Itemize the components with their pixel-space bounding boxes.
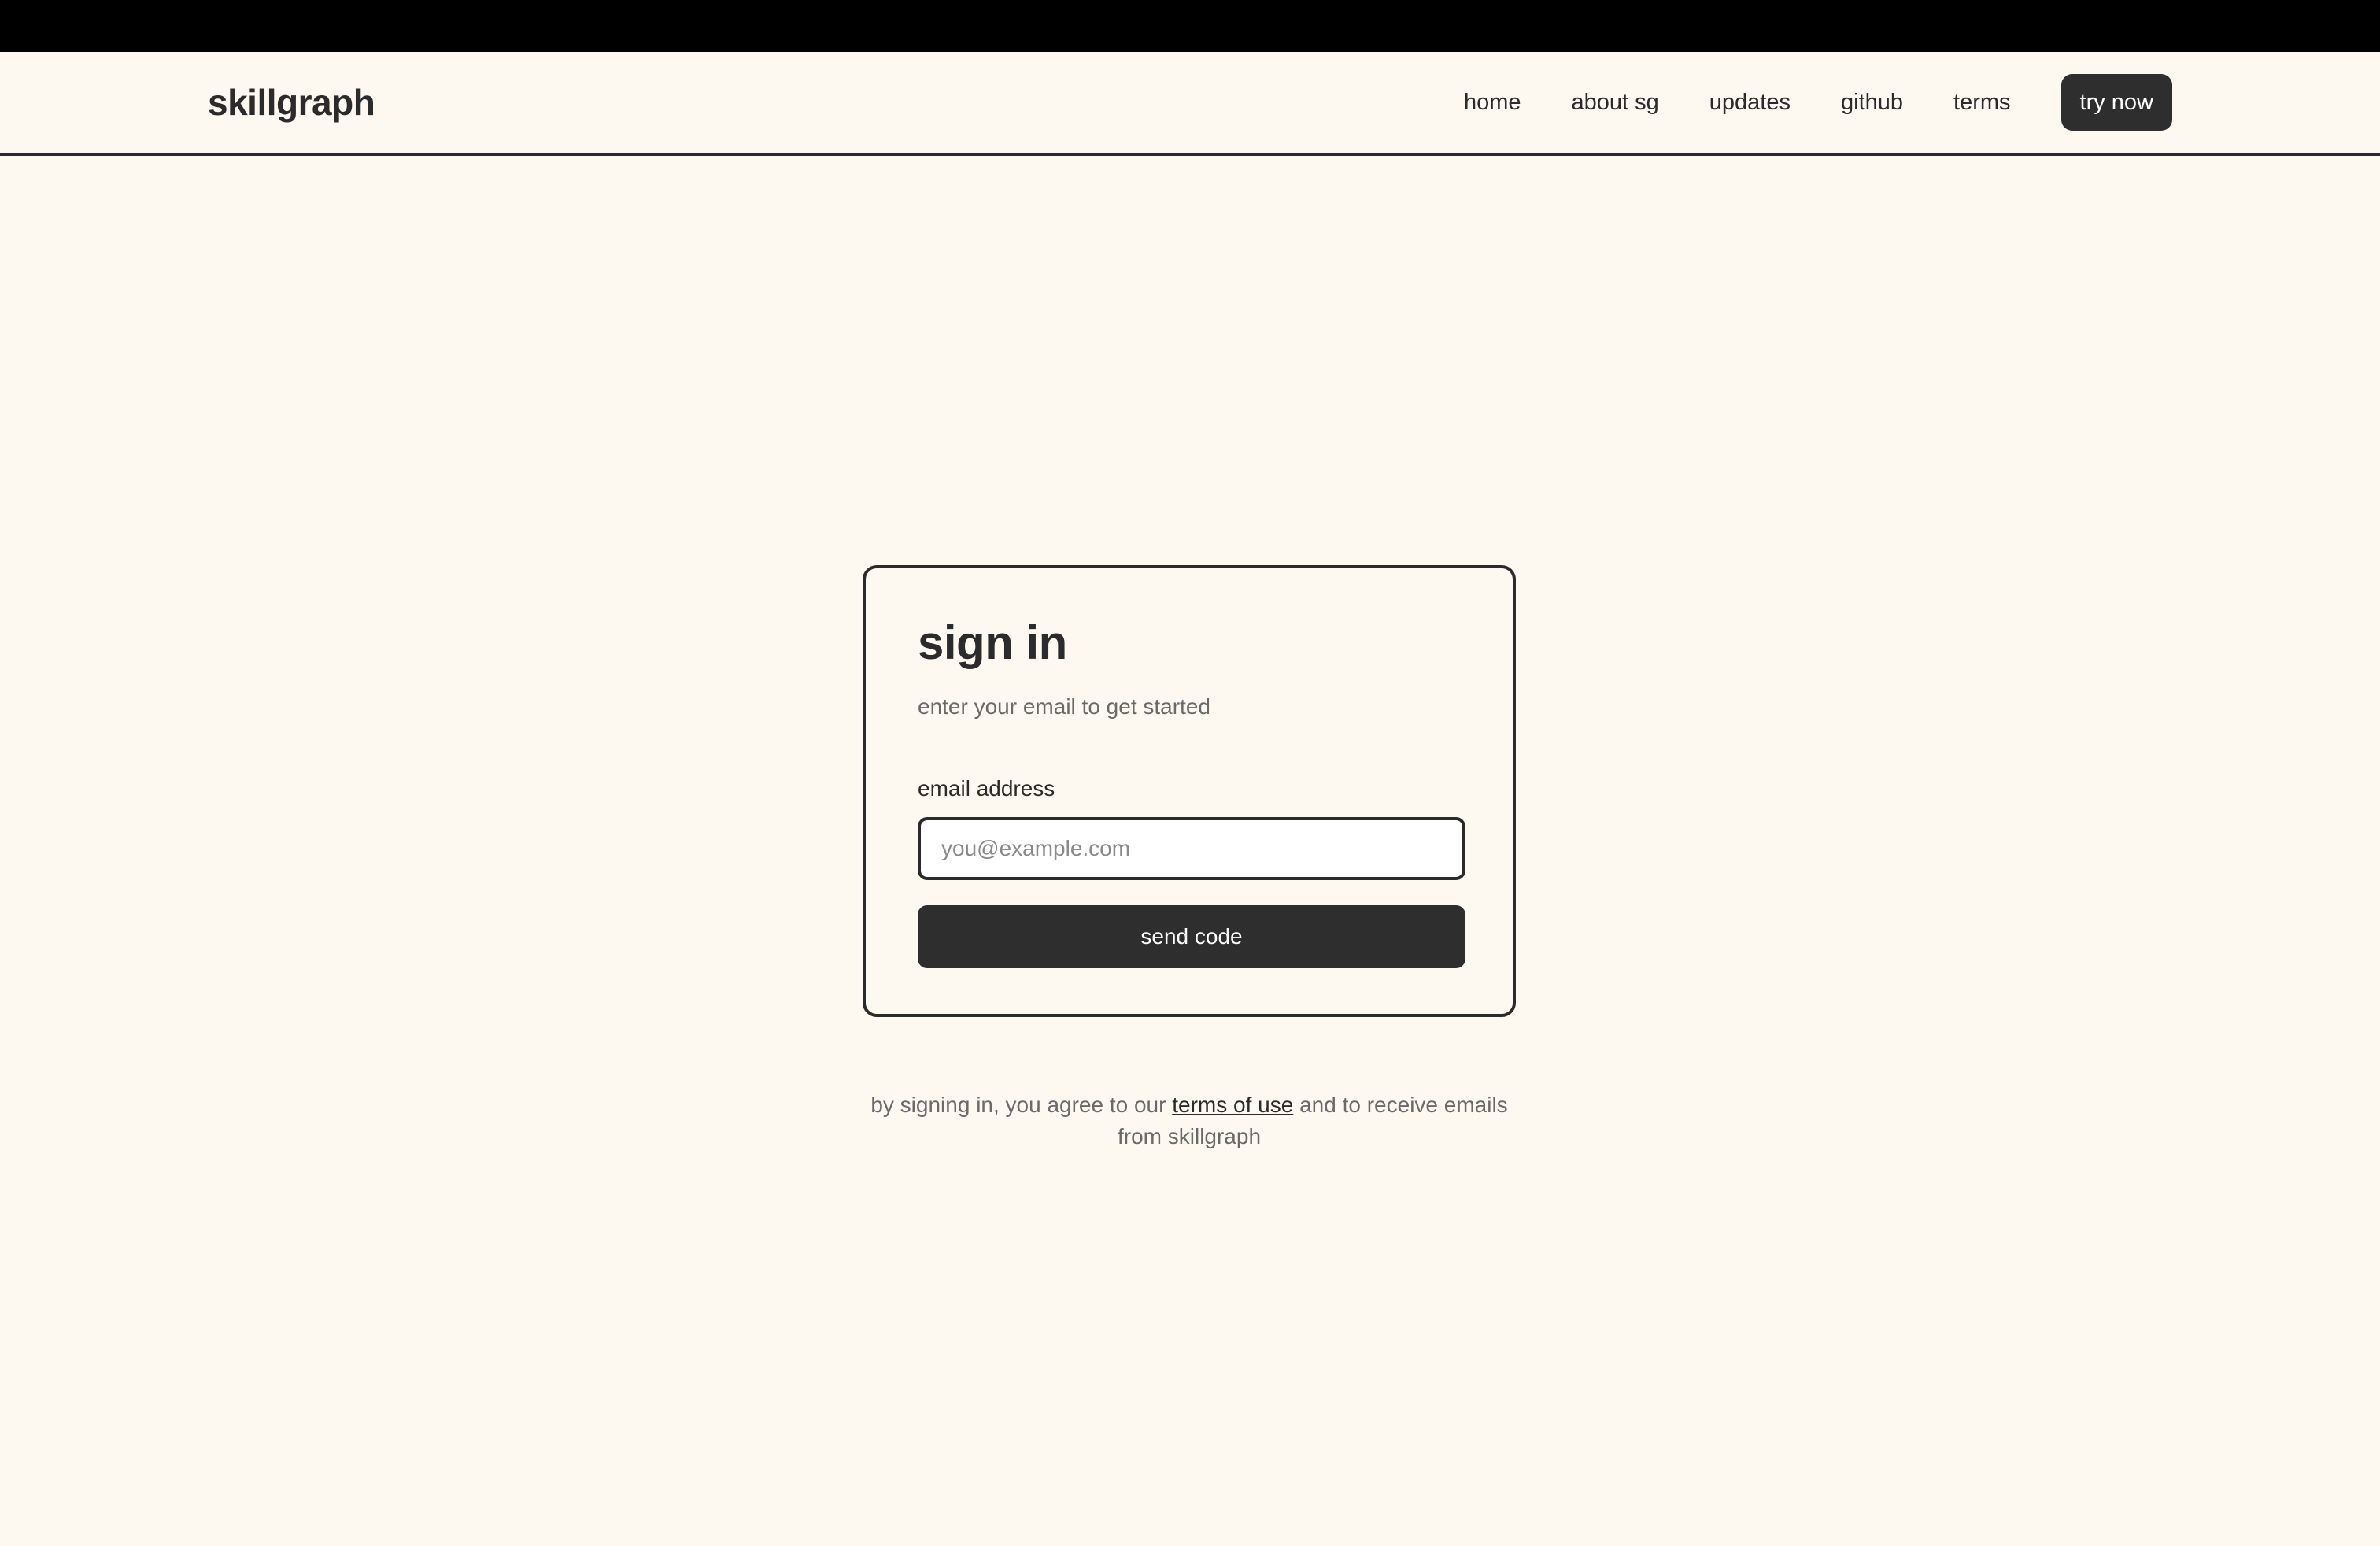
terms-of-use-link[interactable]: terms of use (1172, 1093, 1293, 1117)
nav-link-github[interactable]: github (1841, 90, 1903, 116)
nav-link-about[interactable]: about sg (1572, 90, 1659, 116)
nav-links: home about sg updates github terms try n… (1464, 52, 2172, 153)
site-header: skillgraph home about sg updates github … (0, 52, 2380, 156)
send-code-button[interactable]: send code (918, 905, 1465, 968)
legal-prefix: by signing in, you agree to our (870, 1093, 1173, 1117)
signin-subtitle: enter your email to get started (918, 694, 1210, 719)
nav-link-home[interactable]: home (1464, 90, 1521, 116)
email-input[interactable] (918, 817, 1465, 880)
nav-link-updates[interactable]: updates (1709, 90, 1791, 116)
legal-notice: by signing in, you agree to our terms of… (863, 1089, 1516, 1152)
try-now-button[interactable]: try now (2060, 74, 2172, 131)
nav-link-terms[interactable]: terms (1953, 90, 2011, 116)
brand-logo[interactable]: skillgraph (208, 52, 375, 153)
email-label: email address (918, 776, 1055, 801)
signin-title: sign in (918, 616, 1067, 669)
signin-card: sign in enter your email to get started … (863, 565, 1516, 1017)
system-top-bar (0, 0, 2380, 52)
